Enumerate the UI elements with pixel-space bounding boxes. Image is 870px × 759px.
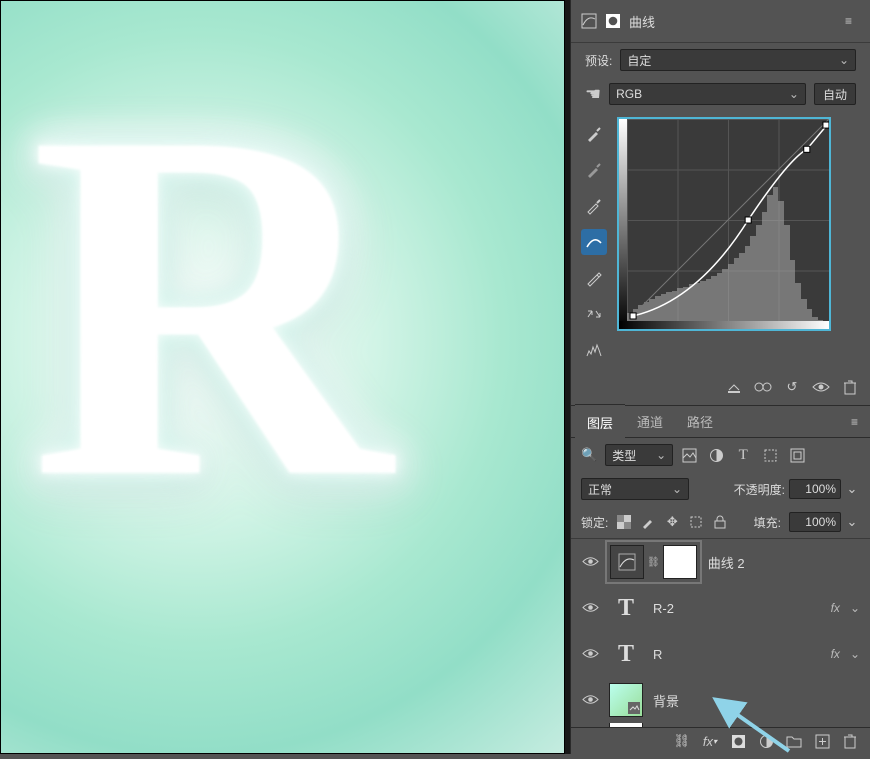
document-canvas-area: R [0,0,570,754]
fill-label: 填充: [754,514,781,531]
add-adjustment-icon[interactable] [758,733,774,749]
lock-transparent-icon[interactable] [616,514,632,530]
channel-dropdown[interactable]: RGB [609,83,806,105]
layers-tabs: 图层 通道 路径 ≡ [571,406,870,438]
tab-layers[interactable]: 图层 [575,404,625,440]
chevron-down-icon[interactable]: ⌄ [844,481,860,497]
bg-layer-thumb [609,683,643,717]
fill-input[interactable]: 100% [789,512,841,532]
clip-icon[interactable] [726,379,742,395]
opacity-input[interactable]: 100% [789,479,841,499]
layer-row-r2[interactable]: T R-2 fx ⌄ [571,585,870,631]
layer-name[interactable]: 曲线 2 [708,553,860,572]
eyedrop-black-icon[interactable] [581,121,607,147]
tab-channels[interactable]: 通道 [625,404,675,439]
add-mask-icon[interactable] [730,733,746,749]
artwork-glyph: R [30,80,391,530]
delete-layer-icon[interactable] [842,733,858,749]
opacity-label: 不透明度: [734,481,785,498]
finger-icon[interactable]: ☚ [585,86,601,102]
layers-list: ⛓ 曲线 2 T R-2 fx ⌄ T R fx ⌄ [571,539,870,727]
preset-row: 预设: 自定 [571,43,870,77]
link-layers-icon[interactable]: ⛓ [673,733,690,749]
curve-icon[interactable] [581,229,607,255]
reset-icon[interactable]: ↺ [784,379,800,395]
layer-row-r[interactable]: T R fx ⌄ [571,631,870,677]
visibility-toggle[interactable] [581,600,599,617]
filter-smart-icon[interactable] [789,447,805,463]
visibility-icon[interactable] [812,379,830,395]
lock-position-icon[interactable]: ✥ [664,514,680,530]
curves-adjustment-icon [581,13,597,29]
curves-body [571,111,870,373]
preset-dropdown[interactable]: 自定 [620,49,856,71]
filter-type-dropdown[interactable]: 类型 [605,444,673,466]
search-icon: 🔍 [581,447,597,463]
lock-all-icon[interactable] [712,514,728,530]
curves-title: 曲线 [629,12,655,31]
lock-row: 锁定: ✥ 填充: 100% ⌄ [571,506,870,539]
filter-shape-icon[interactable] [762,447,778,463]
chevron-down-icon[interactable]: ⌄ [844,514,860,530]
lock-artboard-icon[interactable] [688,514,704,530]
layer-row-curves2[interactable]: ⛓ 曲线 2 [571,539,870,585]
curve-graph[interactable] [617,117,831,331]
curves-panel-header: 曲线 ≡ [571,0,870,43]
channel-row: ☚ RGB 自动 [571,77,870,111]
blend-mode-dropdown[interactable]: 正常 [581,478,689,500]
new-group-icon[interactable] [786,733,802,749]
filter-text-icon[interactable]: T [735,447,751,463]
previous-state-icon[interactable] [754,379,772,395]
layer-name[interactable]: 背景 [653,691,860,710]
visibility-toggle[interactable] [581,646,599,663]
lock-label: 锁定: [581,514,608,531]
preset-label: 预设: [585,52,612,69]
mask-icon [605,13,621,29]
layer-filter-row: 🔍 类型 T [571,438,870,472]
layers-footer: ⛓ fx▾ [571,727,870,754]
curve-line [627,119,829,321]
panel-menu-icon[interactable]: ≡ [837,6,860,36]
right-panels: 曲线 ≡ 预设: 自定 ☚ RGB 自动 [570,0,870,754]
blend-row: 正常 不透明度: 100% ⌄ [571,472,870,506]
new-layer-icon[interactable] [814,733,830,749]
smooth-icon[interactable] [581,301,607,327]
pencil-icon[interactable] [581,265,607,291]
curves-side-tools [581,117,607,363]
text-layer-thumb: T [609,591,643,625]
trash-icon[interactable] [842,379,858,395]
fx-badge[interactable]: fx [831,601,840,615]
lock-brush-icon[interactable] [640,514,656,530]
layer-row-bg[interactable]: 背景 [571,677,870,723]
chevron-down-icon[interactable]: ⌄ [850,647,860,661]
layers-menu-icon[interactable]: ≡ [843,407,866,437]
visibility-toggle[interactable] [581,554,599,571]
curve-bottom-controls: ↺ [571,373,870,406]
visibility-toggle[interactable] [581,692,599,709]
filter-adjust-icon[interactable] [708,447,724,463]
fx-badge[interactable]: fx [831,647,840,661]
filter-pixel-icon[interactable] [681,447,697,463]
auto-button[interactable]: 自动 [814,83,856,105]
layer-name[interactable]: R [653,647,821,662]
mask-thumb [663,545,697,579]
layer-fx-icon[interactable]: fx▾ [702,733,718,749]
chevron-down-icon[interactable]: ⌄ [850,601,860,615]
text-layer-thumb: T [609,637,643,671]
link-icon[interactable]: ⛓ [647,557,660,568]
eyedrop-gray-icon[interactable] [581,157,607,183]
histogram-icon[interactable] [581,337,607,363]
adjustment-thumb [610,545,644,579]
document-canvas[interactable]: R [0,0,565,754]
tab-paths[interactable]: 路径 [675,404,725,439]
layer-name[interactable]: R-2 [653,601,821,616]
eyedrop-white-icon[interactable] [581,193,607,219]
